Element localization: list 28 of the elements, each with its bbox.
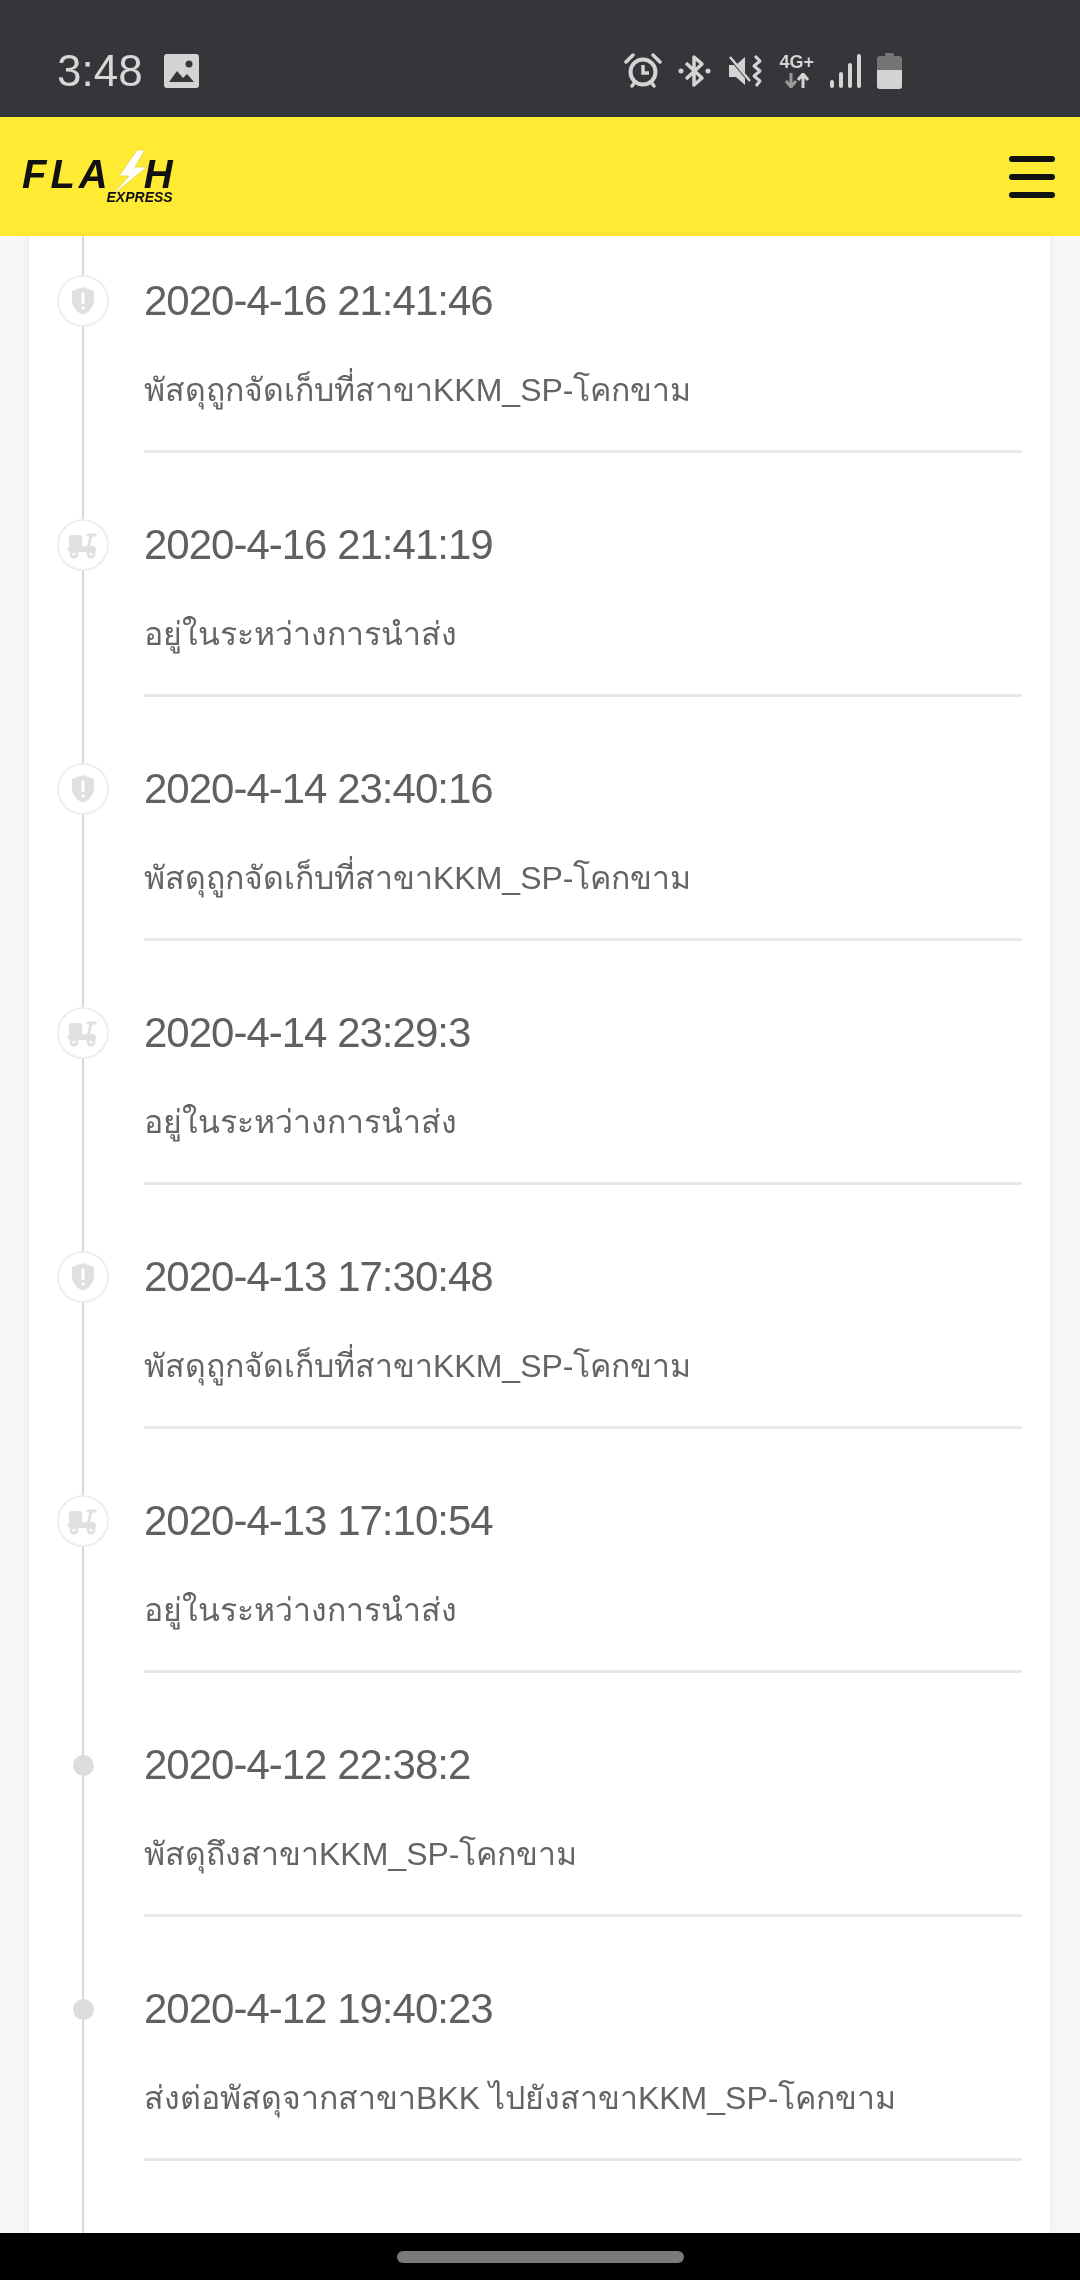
event-time: 2020-4-16 21:41:19: [144, 520, 494, 570]
event-description: อยู่ในระหว่างการนำส่ง: [144, 1103, 458, 1144]
logo-tagline: EXPRESS: [106, 190, 173, 204]
event-time: 2020-4-14 23:29:3: [144, 1008, 472, 1058]
event-description: พัสดุถูกจัดเก็บที่สาขาKKM_SP-โคกขาม: [144, 853, 1022, 903]
event-description: พัสดุถูกจัดเก็บที่สาขาKKM_SP-โคกขาม: [144, 365, 1022, 415]
event-time: 2020-4-14 23:40:16: [144, 764, 494, 814]
muted-speaker-icon: [727, 52, 764, 89]
image-icon: [163, 53, 199, 88]
event-description: อยู่ในระหว่างการนำส่ง: [144, 615, 458, 656]
bluetooth-icon: [678, 52, 712, 89]
event-time: 2020-4-13 17:30:48: [144, 1252, 494, 1302]
signal-icon: [830, 53, 861, 88]
event-description: พัสดุถูกจัดเก็บที่สาขาKKM_SP-โคกขาม: [144, 1341, 1022, 1391]
status-time: 3:48: [57, 48, 143, 93]
home-handle[interactable]: [396, 2250, 684, 2263]
event-description: อยู่ในระหว่างการนำส่ง: [144, 1591, 458, 1632]
network-type: 4G+: [779, 53, 814, 71]
event-description: ส่งต่อพัสดุจากสาขาBKK ไปยังสาขาKKM_SP-โคกขาม: [144, 2079, 898, 2120]
event-time: 2020-4-13 17:10:54: [144, 1496, 494, 1546]
alarm-clock-icon: [624, 52, 663, 89]
battery-icon: [877, 52, 902, 89]
data-arrows-icon: [782, 73, 811, 88]
event-time: 2020-4-12 19:40:23: [144, 1984, 494, 2034]
event-time: 2020-4-12 22:38:2: [144, 1740, 472, 1790]
menu-icon[interactable]: [1009, 155, 1055, 198]
event-time: 2020-4-16 21:41:46: [144, 276, 494, 326]
event-description: พัสดุถึงสาขาKKM_SP-โคกขาม: [144, 1835, 579, 1876]
